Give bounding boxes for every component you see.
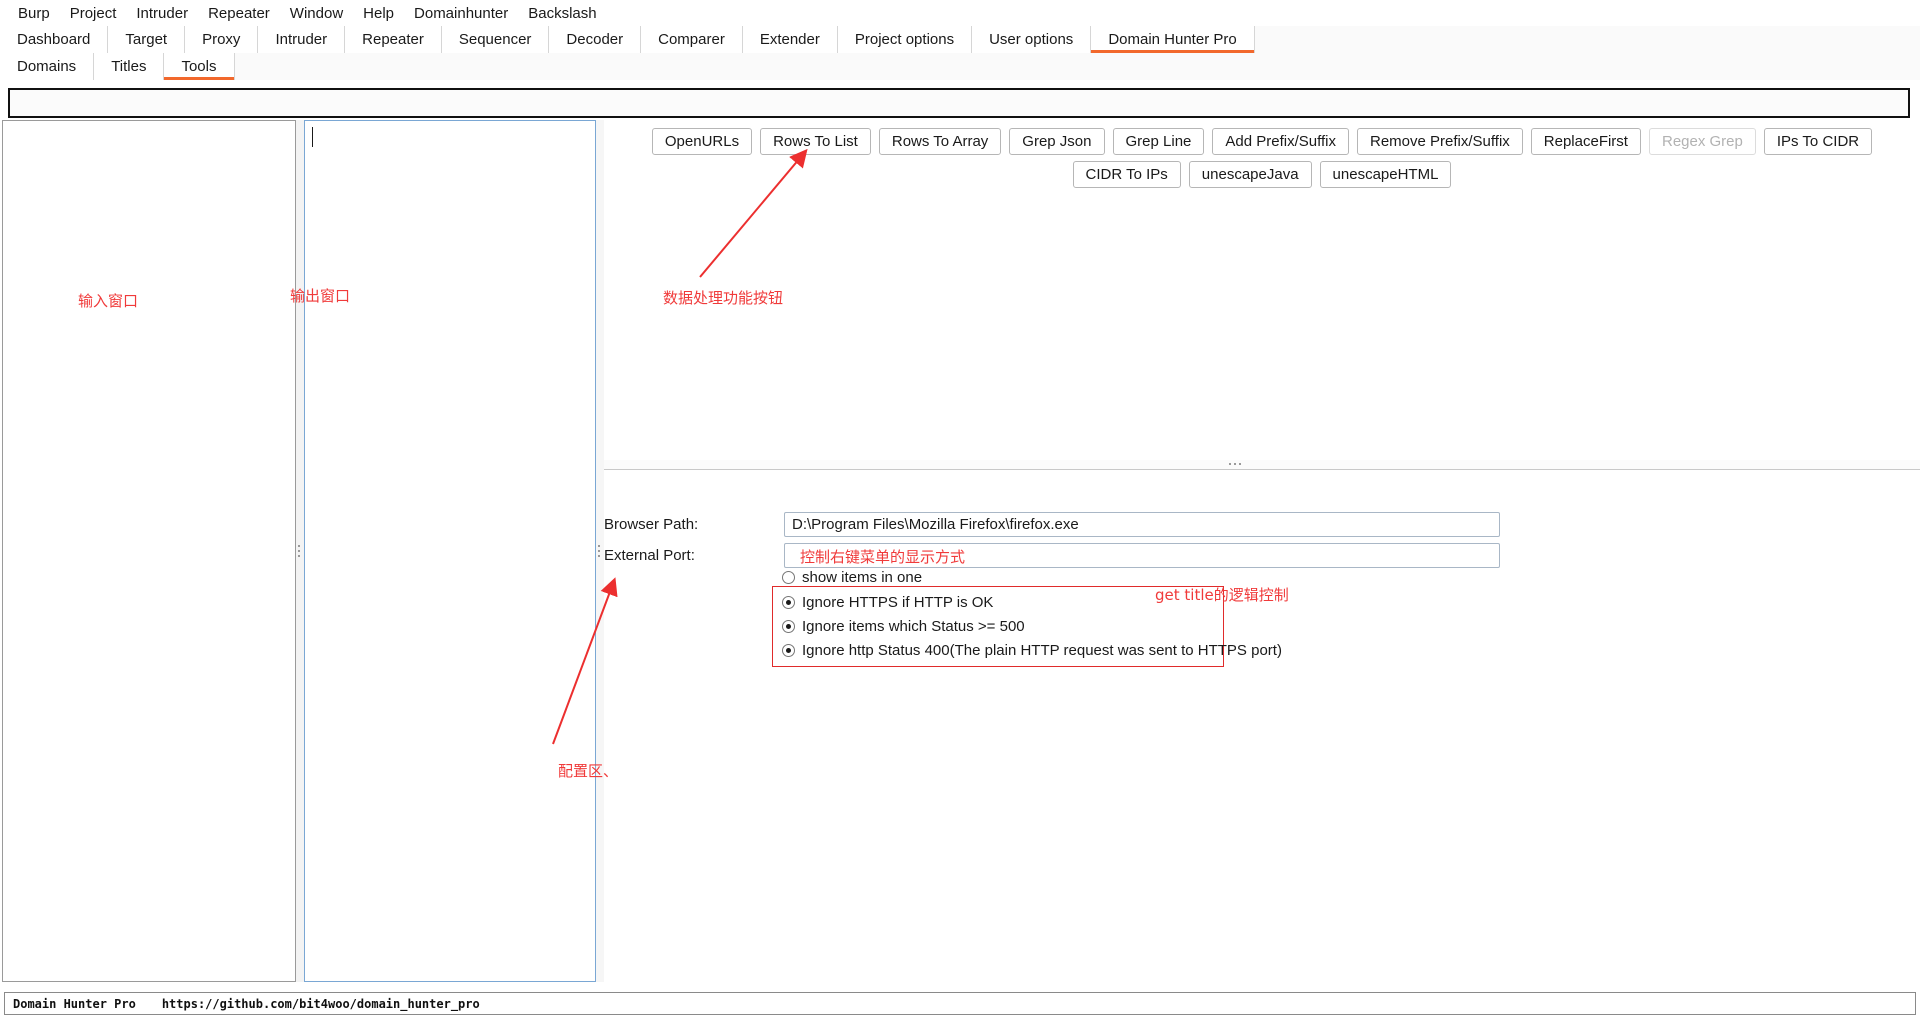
tab-label: Dashboard: [17, 31, 91, 48]
config-area: Browser Path: External Port: show items …: [604, 470, 1920, 982]
rows-to-list-button[interactable]: Rows To List: [760, 128, 871, 155]
tab-target[interactable]: Target: [108, 26, 186, 53]
tab-label: Project options: [854, 31, 955, 48]
tool-buttons-row-1: OpenURLs Rows To List Rows To Array Grep…: [604, 128, 1920, 155]
grep-json-button[interactable]: Grep Json: [1009, 128, 1105, 155]
menu-item-intruder[interactable]: Intruder: [126, 3, 198, 24]
radio-button-icon[interactable]: [782, 620, 795, 633]
browser-path-input[interactable]: [784, 512, 1500, 537]
ignore-https-if-http-ok-option[interactable]: Ignore HTTPS if HTTP is OK: [782, 594, 993, 611]
sub-tab-bar-filler: [234, 53, 1920, 80]
splitter-grip-icon: [298, 545, 301, 559]
tab-label: Target: [125, 31, 168, 48]
tab-decoder[interactable]: Decoder: [549, 26, 642, 53]
open-urls-button[interactable]: OpenURLs: [651, 128, 753, 155]
menu-item-project[interactable]: Project: [60, 3, 127, 24]
tab-label: Repeater: [362, 31, 424, 48]
status-bar-url[interactable]: https://github.com/bit4woo/domain_hunter…: [162, 997, 480, 1011]
splitter-output-tools[interactable]: [596, 120, 604, 982]
tab-user-options[interactable]: User options: [972, 26, 1092, 53]
menu-item-domainhunter[interactable]: Domainhunter: [404, 3, 518, 24]
unescape-java-button[interactable]: unescapeJava: [1188, 161, 1312, 188]
tool-buttons-area: OpenURLs Rows To List Rows To Array Grep…: [604, 120, 1920, 460]
subtab-label: Domains: [17, 58, 77, 75]
subtab-tools[interactable]: Tools: [164, 53, 235, 80]
tab-bar-filler: [1254, 26, 1920, 53]
tab-comparer[interactable]: Comparer: [641, 26, 743, 53]
browser-path-row: Browser Path:: [604, 512, 1500, 537]
tab-extender[interactable]: Extender: [742, 26, 838, 53]
menu-item-window[interactable]: Window: [280, 3, 353, 24]
tab-label: Domain Hunter Pro: [1108, 31, 1237, 48]
rows-to-array-button[interactable]: Rows To Array: [878, 128, 1002, 155]
subtab-titles[interactable]: Titles: [94, 53, 165, 80]
tab-sequencer[interactable]: Sequencer: [441, 26, 550, 53]
radio-button-icon[interactable]: [782, 571, 795, 584]
menu-item-backslash[interactable]: Backslash: [518, 3, 606, 24]
tab-proxy[interactable]: Proxy: [185, 26, 259, 53]
show-items-in-one-option[interactable]: show items in one: [782, 569, 922, 586]
tab-label: Comparer: [658, 31, 725, 48]
tab-label: Proxy: [202, 31, 241, 48]
splitter-input-output[interactable]: [296, 120, 304, 982]
external-port-input[interactable]: [784, 543, 1500, 568]
show-items-in-one-label: show items in one: [802, 569, 923, 586]
external-port-row: External Port:: [604, 543, 1500, 568]
tab-repeater[interactable]: Repeater: [345, 26, 442, 53]
main-tab-bar: Dashboard Target Proxy Intruder Repeater…: [0, 26, 1920, 53]
tab-label: Sequencer: [458, 31, 532, 48]
regex-grep-button: Regex Grep: [1648, 128, 1756, 155]
splitter-grip-icon: [598, 545, 601, 559]
splitter-grip-icon: [1229, 463, 1241, 465]
unescape-html-button[interactable]: unescapeHTML: [1319, 161, 1452, 188]
tab-dashboard[interactable]: Dashboard: [0, 26, 109, 53]
radio-button-icon[interactable]: [782, 596, 795, 609]
remove-prefix-suffix-button[interactable]: Remove Prefix/Suffix: [1357, 128, 1523, 155]
replace-first-button[interactable]: ReplaceFirst: [1530, 128, 1641, 155]
ignore-status-400-label: Ignore http Status 400(The plain HTTP re…: [802, 642, 1282, 659]
ignore-https-if-http-ok-label: Ignore HTTPS if HTTP is OK: [802, 594, 994, 611]
tab-label: User options: [989, 31, 1074, 48]
text-caret-icon: [312, 127, 313, 147]
subtab-label: Titles: [111, 58, 147, 75]
tab-intruder[interactable]: Intruder: [258, 26, 346, 53]
ips-to-cidr-button[interactable]: IPs To CIDR: [1763, 128, 1873, 155]
status-bar-app-name: Domain Hunter Pro: [13, 996, 136, 1011]
subtab-domains[interactable]: Domains: [0, 53, 95, 80]
subtab-label: Tools: [181, 58, 217, 75]
input-textarea-panel[interactable]: [2, 120, 296, 982]
menu-bar: Burp Project Intruder Repeater Window He…: [0, 0, 1920, 26]
content-area: OpenURLs Rows To List Rows To Array Grep…: [0, 120, 1920, 992]
tools-panel: OpenURLs Rows To List Rows To Array Grep…: [604, 120, 1920, 982]
tab-label: Decoder: [566, 31, 624, 48]
status-bar: Domain Hunter Pro https://github.com/bit…: [4, 992, 1916, 1015]
radio-button-icon[interactable]: [782, 644, 795, 657]
tab-label: Extender: [759, 31, 820, 48]
top-toolbar-strip[interactable]: [8, 88, 1910, 118]
menu-item-help[interactable]: Help: [353, 3, 404, 24]
add-prefix-suffix-button[interactable]: Add Prefix/Suffix: [1212, 128, 1349, 155]
tool-buttons-row-2: CIDR To IPs unescapeJava unescapeHTML: [604, 161, 1920, 188]
ignore-status-500-option[interactable]: Ignore items which Status >= 500: [782, 618, 1025, 635]
tab-label: Intruder: [275, 31, 328, 48]
ignore-status-400-option[interactable]: Ignore http Status 400(The plain HTTP re…: [782, 642, 1282, 659]
tab-domain-hunter-pro[interactable]: Domain Hunter Pro: [1091, 26, 1255, 53]
menu-item-repeater[interactable]: Repeater: [198, 3, 280, 24]
ignore-status-500-label: Ignore items which Status >= 500: [802, 618, 1025, 635]
cidr-to-ips-button[interactable]: CIDR To IPs: [1072, 161, 1181, 188]
menu-item-burp[interactable]: Burp: [8, 3, 60, 24]
grep-line-button[interactable]: Grep Line: [1112, 128, 1205, 155]
sub-tab-bar: Domains Titles Tools: [0, 53, 1920, 80]
browser-path-label: Browser Path:: [604, 516, 699, 533]
tab-project-options[interactable]: Project options: [837, 26, 973, 53]
splitter-tools-config[interactable]: [604, 460, 1920, 470]
application-window: Burp Project Intruder Repeater Window He…: [0, 0, 1920, 1017]
external-port-label: External Port:: [604, 547, 695, 564]
output-textarea-panel[interactable]: [304, 120, 596, 982]
